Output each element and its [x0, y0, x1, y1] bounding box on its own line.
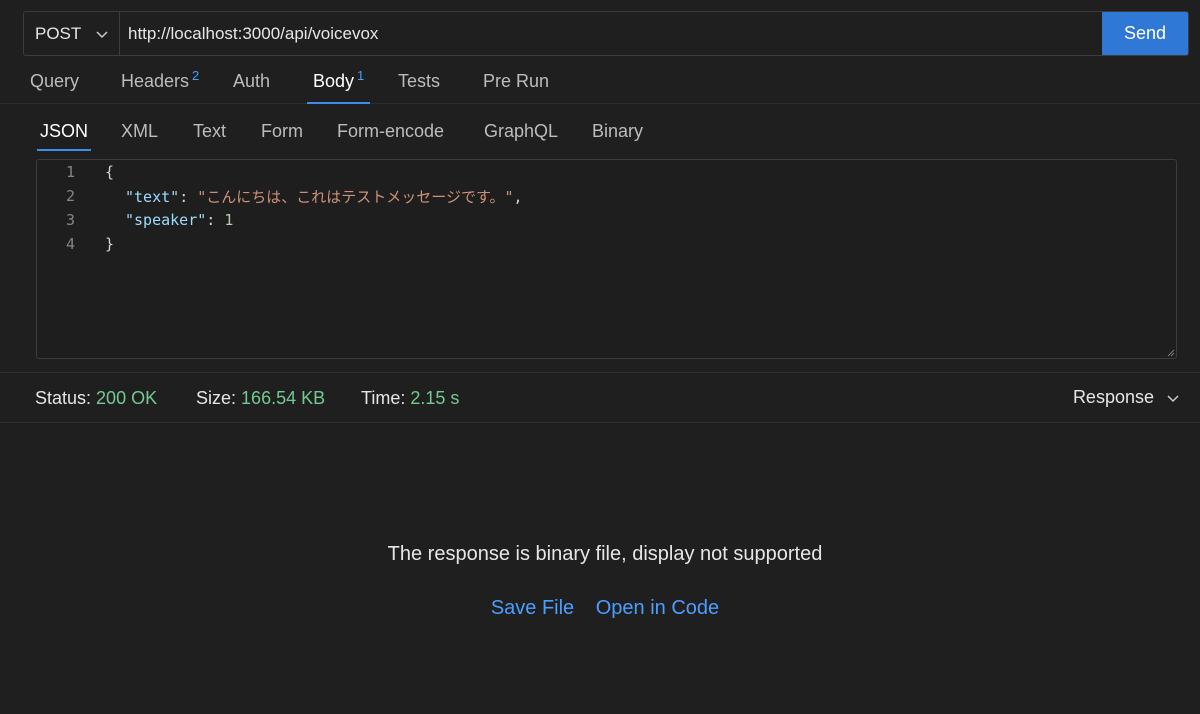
- tab-label: Auth: [233, 71, 271, 91]
- chevron-down-icon: [96, 30, 108, 38]
- json-number-value: 1: [224, 211, 234, 229]
- code-text: "speaker": 1: [125, 211, 234, 229]
- tab-query[interactable]: Query: [30, 71, 79, 104]
- line-number: 2: [65, 187, 75, 205]
- line-number: 3: [65, 211, 75, 229]
- method-label: POST: [35, 23, 82, 43]
- response-time: Time: 2.15 s: [361, 388, 459, 409]
- response-actions: Save File Open in Code: [0, 597, 1200, 620]
- body-tab-xml[interactable]: XML: [121, 121, 158, 151]
- json-key: "text": [125, 187, 180, 206]
- body-tab-form-encode[interactable]: Form-encode: [337, 121, 444, 151]
- response-select-label: Response: [1072, 387, 1154, 407]
- api-client-panel: POST Send Query Headers2 Auth Body1 Test…: [0, 0, 1200, 714]
- body-tab-binary[interactable]: Binary: [592, 121, 643, 151]
- json-key: "speaker": [125, 211, 207, 229]
- send-button[interactable]: Send: [1102, 12, 1188, 55]
- tab-body[interactable]: Body 1: [306, 68, 371, 104]
- tab-auth[interactable]: Auth: [233, 71, 270, 104]
- time-value: 2.15 s: [410, 388, 460, 408]
- code-text: {: [105, 163, 115, 181]
- size-label: Size:: [196, 388, 237, 408]
- tab-label: Tests: [398, 71, 441, 91]
- tab-label: Headers: [121, 71, 190, 91]
- size-value: 166.54 KB: [241, 388, 326, 408]
- tab-label: Query: [30, 71, 80, 91]
- open-in-code-link[interactable]: Open in Code: [596, 597, 719, 619]
- response-status-bar: Status: 200 OK Size: 166.54 KB Time: 2.1…: [0, 372, 1200, 423]
- binary-response-message: The response is binary file, display not…: [387, 543, 823, 565]
- tab-badge: 1: [357, 68, 365, 83]
- body-tab-form[interactable]: Form: [261, 121, 303, 151]
- response-size: Size: 166.54 KB: [196, 388, 325, 409]
- body-type-tabs: JSON XML Text Form Form-encode GraphQL B…: [0, 116, 1200, 152]
- tab-pre-run[interactable]: Pre Run: [483, 71, 549, 104]
- json-string-value: "こんにちは、これはテストメッセージです。": [197, 187, 514, 206]
- body-tab-json[interactable]: JSON: [36, 121, 92, 151]
- status-value: 200 OK: [96, 388, 158, 408]
- response-view-select[interactable]: Response: [1073, 387, 1180, 408]
- url-input[interactable]: [120, 12, 1102, 55]
- request-bar: POST Send: [23, 11, 1189, 56]
- status-code: Status: 200 OK: [35, 388, 157, 409]
- method-select[interactable]: POST: [24, 12, 120, 55]
- editor-line: 2 "text": "こんにちは、これはテストメッセージです。",: [37, 184, 523, 208]
- tab-label: Body: [313, 71, 355, 91]
- tab-badge: 2: [192, 68, 200, 83]
- tab-label: Pre Run: [483, 71, 550, 91]
- resize-handle-icon[interactable]: [1165, 347, 1175, 357]
- time-label: Time:: [361, 388, 406, 408]
- line-number: 1: [65, 163, 75, 181]
- body-tab-text[interactable]: Text: [193, 121, 226, 151]
- json-body-editor[interactable]: 1 { 2 "text": "こんにちは、これはテストメッセージです。", 3 …: [36, 159, 1177, 359]
- request-tabs: Query Headers 2 Auth Body 1 Tests Pre Run: [0, 62, 1200, 104]
- editor-line: 4 }: [37, 232, 114, 256]
- body-tab-graphql[interactable]: GraphQL: [484, 121, 558, 151]
- tab-headers[interactable]: Headers 2: [121, 68, 200, 104]
- status-label: Status:: [35, 388, 92, 408]
- code-text: "text": "こんにちは、これはテストメッセージです。",: [125, 187, 523, 206]
- save-file-link[interactable]: Save File: [491, 597, 574, 619]
- editor-line: 3 "speaker": 1: [37, 208, 233, 232]
- line-number: 4: [65, 235, 75, 253]
- editor-line: 1 {: [37, 160, 114, 184]
- tab-tests[interactable]: Tests: [398, 71, 440, 104]
- code-text: }: [105, 235, 115, 253]
- chevron-down-icon: [1167, 394, 1179, 402]
